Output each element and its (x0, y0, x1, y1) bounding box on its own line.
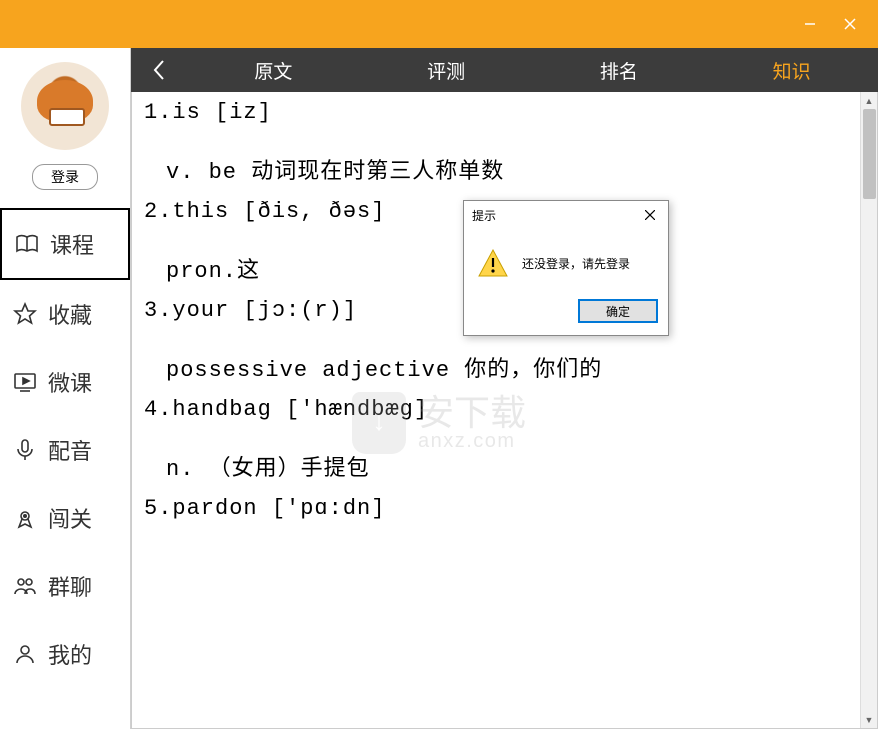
scroll-up-button[interactable]: ▲ (861, 92, 877, 109)
entry-head: 1.is [iz] (144, 100, 865, 125)
minimize-button[interactable] (790, 0, 830, 48)
entry-def: v. be 动词现在时第三人称单数 (144, 153, 865, 185)
sidebar-item-label: 配音 (48, 434, 92, 466)
dialog-titlebar: 提示 (464, 201, 668, 229)
sidebar-item-favorites[interactable]: 收藏 (0, 280, 130, 348)
scroll-down-button[interactable]: ▼ (861, 711, 877, 728)
dialog-close-button[interactable] (638, 205, 662, 225)
warning-icon (478, 249, 508, 277)
close-button[interactable] (830, 0, 870, 48)
entry-def: n. （女用）手提包 (144, 450, 865, 482)
ok-button[interactable]: 确定 (578, 299, 658, 323)
target-icon (12, 505, 38, 531)
tab-knowledge[interactable]: 知识 (705, 57, 878, 84)
vocab-entry: 4.handbag ['hændbæg] n. （女用）手提包 (144, 397, 865, 482)
avatar[interactable] (21, 62, 109, 150)
sidebar-item-label: 课程 (50, 228, 94, 260)
scroll-thumb[interactable] (863, 109, 876, 199)
vocab-entry: 5.pardon ['pɑ:dn] (144, 496, 865, 521)
sidebar-item-label: 群聊 (48, 570, 92, 602)
article-body: 1.is [iz] v. be 动词现在时第三人称单数 2.this [ðis,… (131, 92, 878, 729)
sidebar-item-challenge[interactable]: 闯关 (0, 484, 130, 552)
sidebar-item-micro[interactable]: 微课 (0, 348, 130, 416)
dialog-footer: 确定 (464, 293, 668, 335)
titlebar (0, 0, 878, 48)
vocab-entry: 1.is [iz] v. be 动词现在时第三人称单数 (144, 100, 865, 185)
sidebar-item-label: 闯关 (48, 502, 92, 534)
tab-original[interactable]: 原文 (187, 57, 360, 84)
person-icon (12, 641, 38, 667)
back-button[interactable] (131, 59, 187, 81)
group-icon (12, 573, 38, 599)
sidebar-item-label: 微课 (48, 366, 92, 398)
sidebar: 登录 课程 收藏 微课 (0, 48, 131, 729)
entry-head: 4.handbag ['hændbæg] (144, 397, 865, 422)
book-icon (14, 231, 40, 257)
login-dialog: 提示 还没登录，请先登录 确定 (463, 200, 669, 336)
login-button[interactable]: 登录 (32, 164, 98, 190)
tab-evaluate[interactable]: 评测 (360, 57, 533, 84)
sidebar-item-label: 我的 (48, 638, 92, 670)
tabbar: 原文 评测 排名 知识 (131, 48, 878, 92)
scrollbar[interactable]: ▲ ▼ (860, 92, 877, 728)
nav: 课程 收藏 微课 配音 (0, 208, 130, 688)
sidebar-item-group[interactable]: 群聊 (0, 552, 130, 620)
entry-head: 5.pardon ['pɑ:dn] (144, 496, 865, 521)
tab-rank[interactable]: 排名 (533, 57, 706, 84)
sidebar-item-dub[interactable]: 配音 (0, 416, 130, 484)
dialog-body: 还没登录，请先登录 (464, 229, 668, 293)
star-icon (12, 301, 38, 327)
sidebar-item-mine[interactable]: 我的 (0, 620, 130, 688)
mic-icon (12, 437, 38, 463)
sidebar-item-courses[interactable]: 课程 (0, 208, 130, 280)
dialog-title-text: 提示 (472, 207, 496, 224)
play-icon (12, 369, 38, 395)
content: 原文 评测 排名 知识 1.is [iz] v. be 动词现在时第三人称单数 … (131, 48, 878, 729)
entry-def: possessive adjective 你的，你们的 (144, 351, 865, 383)
sidebar-item-label: 收藏 (48, 298, 92, 330)
dialog-message: 还没登录，请先登录 (522, 255, 630, 272)
